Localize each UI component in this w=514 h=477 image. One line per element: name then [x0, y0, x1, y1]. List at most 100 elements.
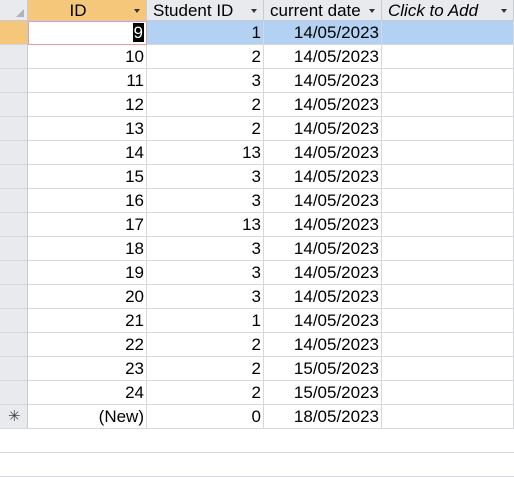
- table-row[interactable]: 23 2 15/05/2023: [0, 357, 514, 381]
- cell-id[interactable]: 20: [28, 285, 147, 309]
- cell-id[interactable]: 13: [28, 117, 147, 141]
- cell-date[interactable]: 14/05/2023: [264, 117, 382, 141]
- cell-date[interactable]: 14/05/2023: [264, 285, 382, 309]
- cell-id[interactable]: 10: [28, 45, 147, 69]
- table-row[interactable]: 16 3 14/05/2023: [0, 189, 514, 213]
- cell-id[interactable]: 9: [28, 21, 147, 45]
- cell-id[interactable]: 11: [28, 69, 147, 93]
- table-row[interactable]: 9 1 14/05/2023: [0, 21, 514, 45]
- record-selector[interactable]: [0, 213, 28, 237]
- cell-student-id[interactable]: 3: [147, 189, 264, 213]
- record-selector[interactable]: [0, 45, 28, 69]
- cell-date[interactable]: 14/05/2023: [264, 213, 382, 237]
- cell-student-id[interactable]: 2: [147, 117, 264, 141]
- cell-date[interactable]: 14/05/2023: [264, 237, 382, 261]
- cell-student-id[interactable]: 1: [147, 309, 264, 333]
- cell-click-to-add[interactable]: [382, 381, 514, 405]
- table-row[interactable]: 19 3 14/05/2023: [0, 261, 514, 285]
- cell-click-to-add[interactable]: [382, 333, 514, 357]
- cell-click-to-add[interactable]: [382, 309, 514, 333]
- cell-student-id[interactable]: 2: [147, 45, 264, 69]
- cell-id[interactable]: 21: [28, 309, 147, 333]
- table-row[interactable]: 18 3 14/05/2023: [0, 237, 514, 261]
- cell-student-id[interactable]: 3: [147, 69, 264, 93]
- record-selector[interactable]: [0, 261, 28, 285]
- chevron-down-icon[interactable]: [249, 6, 259, 16]
- cell-id[interactable]: 12: [28, 93, 147, 117]
- cell-student-id[interactable]: 13: [147, 141, 264, 165]
- cell-student-id[interactable]: 1: [147, 21, 264, 45]
- new-record-row[interactable]: ✳ (New) 0 18/05/2023: [0, 405, 514, 429]
- record-selector[interactable]: [0, 285, 28, 309]
- cell-student-id[interactable]: 13: [147, 213, 264, 237]
- cell-student-id[interactable]: 3: [147, 237, 264, 261]
- cell-date[interactable]: 15/05/2023: [264, 357, 382, 381]
- column-header-student-id[interactable]: Student ID: [147, 0, 264, 21]
- cell-date[interactable]: 14/05/2023: [264, 141, 382, 165]
- cell-student-id[interactable]: 2: [147, 357, 264, 381]
- cell-click-to-add[interactable]: [382, 237, 514, 261]
- table-row[interactable]: 24 2 15/05/2023: [0, 381, 514, 405]
- cell-student-id[interactable]: 2: [147, 333, 264, 357]
- cell-date[interactable]: 14/05/2023: [264, 21, 382, 45]
- record-selector[interactable]: [0, 381, 28, 405]
- record-selector[interactable]: [0, 189, 28, 213]
- cell-click-to-add[interactable]: [382, 189, 514, 213]
- cell-date[interactable]: 14/05/2023: [264, 261, 382, 285]
- cell-student-id[interactable]: 2: [147, 381, 264, 405]
- cell-click-to-add[interactable]: [382, 45, 514, 69]
- cell-click-to-add[interactable]: [382, 213, 514, 237]
- cell-date[interactable]: 14/05/2023: [264, 69, 382, 93]
- cell-student-id[interactable]: 2: [147, 93, 264, 117]
- cell-date[interactable]: 14/05/2023: [264, 93, 382, 117]
- record-selector[interactable]: [0, 141, 28, 165]
- record-selector[interactable]: [0, 21, 28, 45]
- cell-id[interactable]: 24: [28, 381, 147, 405]
- chevron-down-icon[interactable]: [367, 6, 377, 16]
- cell-student-id[interactable]: 3: [147, 285, 264, 309]
- record-selector[interactable]: [0, 93, 28, 117]
- cell-id[interactable]: 23: [28, 357, 147, 381]
- table-row[interactable]: 22 2 14/05/2023: [0, 333, 514, 357]
- table-row[interactable]: 10 2 14/05/2023: [0, 45, 514, 69]
- cell-click-to-add[interactable]: [382, 69, 514, 93]
- cell-student-id[interactable]: 3: [147, 261, 264, 285]
- cell-student-id[interactable]: 0: [147, 405, 264, 429]
- cell-click-to-add[interactable]: [382, 165, 514, 189]
- table-row[interactable]: 17 13 14/05/2023: [0, 213, 514, 237]
- column-header-id[interactable]: ID: [28, 0, 147, 21]
- record-selector[interactable]: ✳: [0, 405, 28, 429]
- table-row[interactable]: 20 3 14/05/2023: [0, 285, 514, 309]
- cell-click-to-add[interactable]: [382, 93, 514, 117]
- record-selector[interactable]: [0, 69, 28, 93]
- cell-date[interactable]: 14/05/2023: [264, 309, 382, 333]
- record-selector[interactable]: [0, 333, 28, 357]
- cell-click-to-add[interactable]: [382, 357, 514, 381]
- record-selector[interactable]: [0, 357, 28, 381]
- cell-id[interactable]: 22: [28, 333, 147, 357]
- column-header-current-date[interactable]: current date: [264, 0, 382, 21]
- record-selector[interactable]: [0, 309, 28, 333]
- chevron-down-icon[interactable]: [499, 6, 509, 16]
- table-row[interactable]: 13 2 14/05/2023: [0, 117, 514, 141]
- cell-date[interactable]: 14/05/2023: [264, 189, 382, 213]
- cell-id[interactable]: (New): [28, 405, 147, 429]
- chevron-down-icon[interactable]: [132, 6, 142, 16]
- cell-id[interactable]: 17: [28, 213, 147, 237]
- cell-date[interactable]: 14/05/2023: [264, 165, 382, 189]
- cell-id[interactable]: 14: [28, 141, 147, 165]
- column-header-click-to-add[interactable]: Click to Add: [382, 0, 514, 21]
- cell-id[interactable]: 19: [28, 261, 147, 285]
- cell-click-to-add[interactable]: [382, 21, 514, 45]
- table-row[interactable]: 21 1 14/05/2023: [0, 309, 514, 333]
- cell-click-to-add[interactable]: [382, 285, 514, 309]
- cell-click-to-add[interactable]: [382, 141, 514, 165]
- cell-click-to-add[interactable]: [382, 117, 514, 141]
- select-all-corner[interactable]: [0, 0, 28, 21]
- table-row[interactable]: 15 3 14/05/2023: [0, 165, 514, 189]
- cell-id[interactable]: 15: [28, 165, 147, 189]
- cell-click-to-add[interactable]: [382, 405, 514, 429]
- cell-click-to-add[interactable]: [382, 261, 514, 285]
- cell-date[interactable]: 14/05/2023: [264, 45, 382, 69]
- cell-date[interactable]: 14/05/2023: [264, 333, 382, 357]
